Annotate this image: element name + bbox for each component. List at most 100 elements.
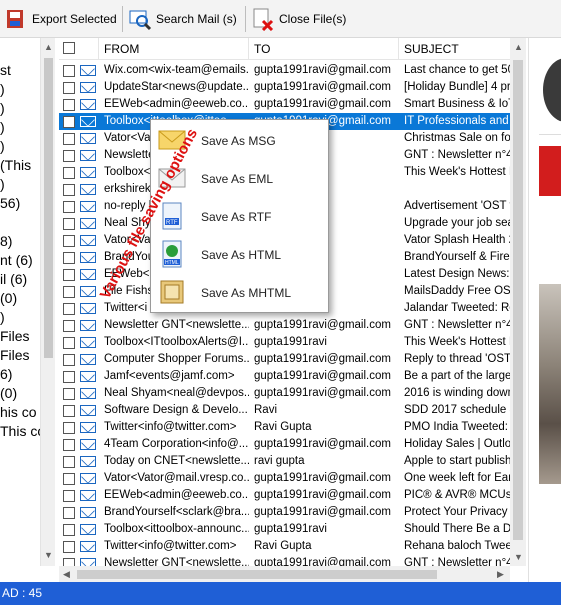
folder-tree-scroll-thumb[interactable] [44, 58, 53, 358]
row-checkbox[interactable] [63, 184, 75, 196]
email-list-horizontal-scrollbar[interactable]: ◀ ▶ [59, 566, 510, 582]
row-checkbox[interactable] [63, 524, 75, 536]
table-row[interactable]: Software Design & Develo... Ravi SDD 2017 … [59, 402, 510, 419]
row-checkbox[interactable] [63, 507, 75, 519]
folder-tree-item[interactable]: ) [0, 309, 5, 325]
table-row[interactable]: Twitter<info@twitter.com> Ravi Gupta PMO I… [59, 419, 510, 436]
folder-tree-item[interactable]: (0) [0, 290, 17, 306]
column-from[interactable]: FROM [99, 38, 249, 60]
row-checkbox[interactable] [63, 286, 75, 298]
row-checkbox[interactable] [63, 371, 75, 383]
table-row[interactable]: Toolbox<ittoolbox-announc... gupta1991rav… [59, 521, 510, 538]
export-selected-button[interactable]: Export Selected [4, 4, 117, 34]
row-checkbox[interactable] [63, 354, 75, 366]
folder-tree-item[interactable]: st [0, 62, 11, 78]
row-checkbox[interactable] [63, 473, 75, 485]
scroll-up-arrow-icon[interactable]: ▲ [44, 42, 53, 52]
folder-tree-item[interactable]: 6) [0, 366, 12, 382]
table-row[interactable]: Today on CNET<newslette... ravi gupta Appl… [59, 453, 510, 470]
envelope-icon [80, 405, 96, 416]
folder-tree-item[interactable]: il (6) [0, 271, 27, 287]
table-row[interactable]: Twitter<info@twitter.com> Ravi Gupta Rehan… [59, 538, 510, 555]
folder-tree-item[interactable]: 56) [0, 195, 20, 211]
folder-tree-item[interactable]: ) [0, 176, 5, 192]
table-row[interactable]: 4Team Corporation<info@... gupta1991ravi@… [59, 436, 510, 453]
folder-tree-item[interactable]: 8) [0, 233, 12, 249]
row-checkbox[interactable] [63, 490, 75, 502]
row-checkbox[interactable] [63, 99, 75, 111]
menu-item-save-as-html[interactable]: HTML Save As HTML [151, 236, 328, 274]
envelope-icon [80, 558, 96, 566]
envelope-icon [80, 167, 96, 178]
folder-tree-item[interactable]: This co [0, 423, 40, 439]
email-list-vertical-scrollbar[interactable]: ▲ ▼ [510, 38, 526, 566]
cell-to: Ravi [254, 404, 278, 416]
row-checkbox[interactable] [63, 65, 75, 77]
folder-tree-item[interactable]: his co [0, 404, 37, 420]
folder-tree-item[interactable]: Files [0, 328, 30, 344]
folder-tree-item[interactable]: (0) [0, 385, 17, 401]
table-row[interactable]: Newsletter GNT<newslette... gupta1991ravi… [59, 317, 510, 334]
folder-tree-item[interactable]: (This [0, 157, 31, 173]
row-checkbox[interactable] [63, 269, 75, 281]
row-checkbox[interactable] [63, 337, 75, 349]
scroll-up-arrow-icon[interactable]: ▲ [514, 42, 523, 52]
row-checkbox[interactable] [63, 405, 75, 417]
row-checkbox[interactable] [63, 422, 75, 434]
scroll-right-arrow-icon[interactable]: ▶ [497, 569, 504, 579]
table-row[interactable]: BrandYourself<sclark@bra... gupta1991ravi… [59, 504, 510, 521]
folder-tree-scrollbar[interactable]: ▲ ▼ [40, 38, 55, 566]
folder-tree-item[interactable]: ) [0, 119, 5, 135]
email-list-horizontal-thumb[interactable] [77, 570, 437, 579]
row-checkbox[interactable] [63, 82, 75, 94]
row-checkbox[interactable] [63, 320, 75, 332]
close-files-button[interactable]: Close File(s) [251, 4, 346, 34]
envelope-icon [80, 65, 96, 76]
table-row[interactable]: Newsletter GNT<newslette... gupta1991ravi… [59, 555, 510, 566]
row-checkbox[interactable] [63, 167, 75, 179]
scroll-left-arrow-icon[interactable]: ◀ [63, 569, 70, 579]
folder-tree-item[interactable]: ) [0, 100, 5, 116]
row-checkbox[interactable] [63, 252, 75, 264]
table-row[interactable]: Toolbox<ITtoolboxAlerts@I... gupta1991rav… [59, 334, 510, 351]
cell-subject: Jalandar Tweeted: Ro [404, 302, 510, 314]
column-to[interactable]: TO [249, 38, 399, 60]
folder-tree-item[interactable]: ) [0, 81, 5, 97]
row-checkbox[interactable] [63, 439, 75, 451]
row-checkbox[interactable] [63, 218, 75, 230]
search-mail-button[interactable]: Search Mail (s) [128, 4, 237, 34]
cell-subject: PMO India Tweeted: C [404, 421, 510, 433]
scroll-down-arrow-icon[interactable]: ▼ [44, 550, 53, 560]
column-subject[interactable]: SUBJECT [399, 38, 510, 60]
menu-item-save-as-mhtml[interactable]: Save As MHTML [151, 274, 328, 312]
table-row[interactable]: Neal Shyam<neal@devpos... gupta1991ravi@g… [59, 385, 510, 402]
email-list-vertical-thumb[interactable] [513, 60, 523, 540]
cell-subject: BrandYourself & Firehc [404, 251, 510, 263]
row-checkbox[interactable] [63, 235, 75, 247]
row-checkbox[interactable] [63, 558, 75, 566]
table-row[interactable]: Vator<Vator@mail.vresp.co... gupta1991rav… [59, 470, 510, 487]
select-all-checkbox[interactable] [63, 42, 75, 54]
menu-item-save-as-rtf[interactable]: RTF Save As RTF [151, 198, 328, 236]
envelope-icon [80, 320, 96, 331]
folder-tree-item[interactable]: nt (6) [0, 252, 33, 268]
table-row[interactable]: EEWeb<admin@eeweb.co... gupta1991ravi@gma… [59, 487, 510, 504]
table-row[interactable]: Computer Shopper Forums... gupta1991ravi@… [59, 351, 510, 368]
table-row[interactable]: Wix.com<wix-team@emails... gupta1991ravi@… [59, 62, 510, 79]
folder-tree-item[interactable]: Files [0, 347, 30, 363]
row-checkbox[interactable] [63, 133, 75, 145]
row-checkbox[interactable] [63, 150, 75, 162]
envelope-icon [80, 524, 96, 535]
row-checkbox[interactable] [63, 201, 75, 213]
folder-tree-item[interactable]: ) [0, 138, 5, 154]
row-checkbox[interactable] [63, 541, 75, 553]
table-row[interactable]: Jamf<events@jamf.com> gupta1991ravi@gmail… [59, 368, 510, 385]
scroll-down-arrow-icon[interactable]: ▼ [514, 552, 523, 562]
table-row[interactable]: EEWeb<admin@eeweb.co... gupta1991ravi@gma… [59, 96, 510, 113]
row-checkbox[interactable] [63, 116, 75, 128]
table-row[interactable]: UpdateStar<news@update... gupta1991ravi@g… [59, 79, 510, 96]
row-checkbox[interactable] [63, 388, 75, 400]
row-checkbox[interactable] [63, 456, 75, 468]
row-checkbox[interactable] [63, 303, 75, 315]
cell-to: gupta1991ravi@gmail.com [254, 438, 391, 450]
